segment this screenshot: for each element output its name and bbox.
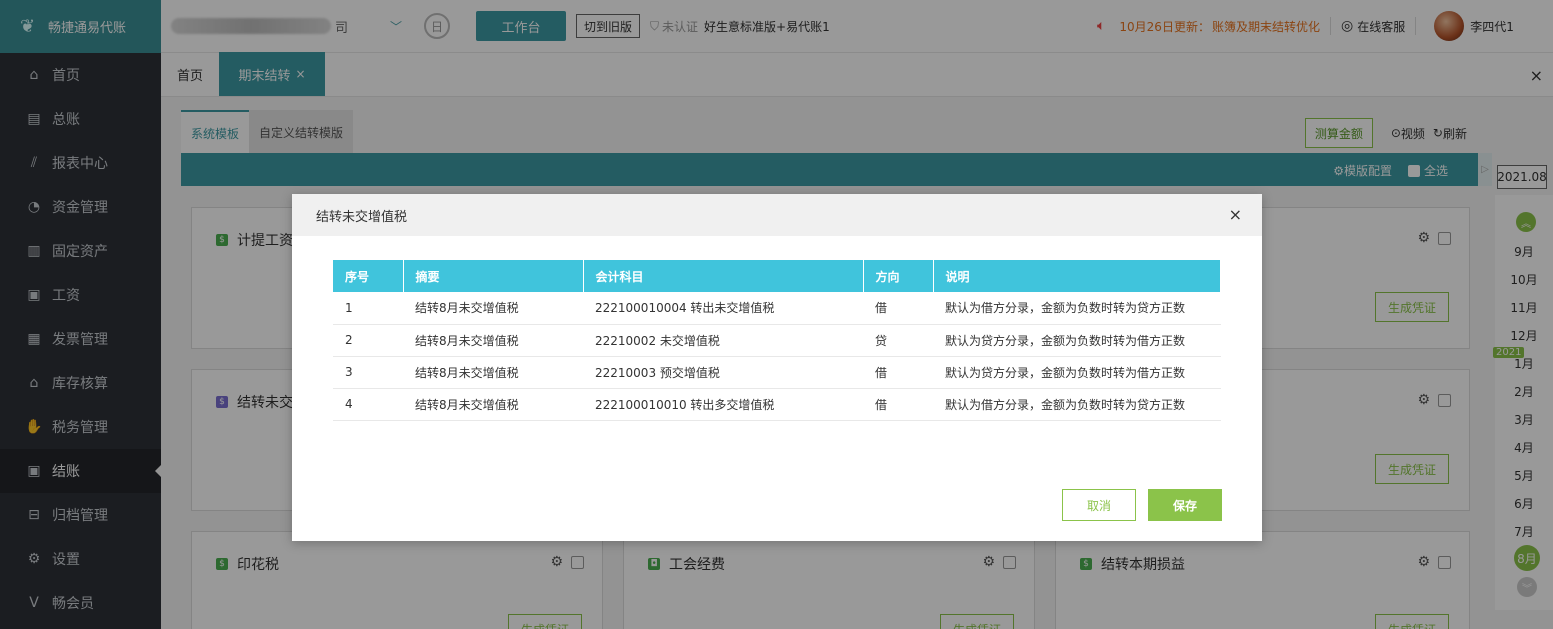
col-header-direction: 方向: [863, 260, 934, 292]
cell-index: 1: [333, 292, 403, 325]
dialog-header: 结转未交增值税 ×: [292, 194, 1262, 236]
close-icon[interactable]: ×: [1229, 205, 1242, 224]
cell-index: 3: [333, 356, 403, 389]
cell-account: 22210002 未交增值税: [583, 324, 863, 357]
dialog-title: 结转未交增值税: [316, 209, 408, 225]
col-header-account: 会计科目: [583, 260, 864, 292]
cell-account: 222100010004 转出未交增值税: [583, 292, 863, 325]
cell-summary: 结转8月未交增值税: [403, 356, 583, 389]
cell-note: 默认为借方分录，金额为负数时转为贷方正数: [933, 292, 1221, 325]
cell-note: 默认为借方分录，金额为负数时转为贷方正数: [933, 388, 1221, 421]
cell-direction: 借: [863, 356, 933, 389]
cancel-button[interactable]: 取消: [1062, 489, 1136, 521]
table-row[interactable]: 3 结转8月未交增值税 22210003 预交增值税借默认为贷方分录，金额为负数时转…: [333, 356, 1221, 389]
cell-note: 默认为贷方分录，金额为负数时转为借方正数: [933, 356, 1221, 389]
cell-account: 22210003 预交增值税: [583, 356, 863, 389]
voucher-entries-table: 序号 摘要 会计科目 方向 说明 1 结转8月未交增值税 222100010004 …: [333, 260, 1221, 421]
cell-summary: 结转8月未交增值税: [403, 292, 583, 325]
transfer-vat-dialog: 结转未交增值税 × 序号 摘要 会计科目 方向 说明 1 结转8月未交增值税 222…: [292, 194, 1262, 541]
cell-index: 4: [333, 388, 403, 421]
cell-direction: 借: [863, 388, 933, 421]
col-header-summary: 摘要: [403, 260, 584, 292]
table-row[interactable]: 4 结转8月未交增值税 222100010010 转出多交增值税借默认为借方分录，金…: [333, 388, 1221, 421]
save-button[interactable]: 保存: [1148, 489, 1222, 521]
cell-account: 222100010010 转出多交增值税: [583, 388, 863, 421]
cell-summary: 结转8月未交增值税: [403, 388, 583, 421]
cell-direction: 贷: [863, 324, 933, 357]
cell-summary: 结转8月未交增值税: [403, 324, 583, 357]
cell-direction: 借: [863, 292, 933, 325]
table-row[interactable]: 2 结转8月未交增值税 22210002 未交增值税贷默认为贷方分录，金额为负数时转…: [333, 324, 1221, 357]
cell-index: 2: [333, 324, 403, 357]
cell-note: 默认为贷方分录，金额为负数时转为借方正数: [933, 324, 1221, 357]
dialog-actions: 取消 保存: [1062, 489, 1222, 521]
col-header-note: 说明: [933, 260, 1221, 292]
col-header-index: 序号: [333, 260, 404, 292]
table-row[interactable]: 1 结转8月未交增值税 222100010004 转出未交增值税借默认为借方分录，金…: [333, 292, 1221, 325]
